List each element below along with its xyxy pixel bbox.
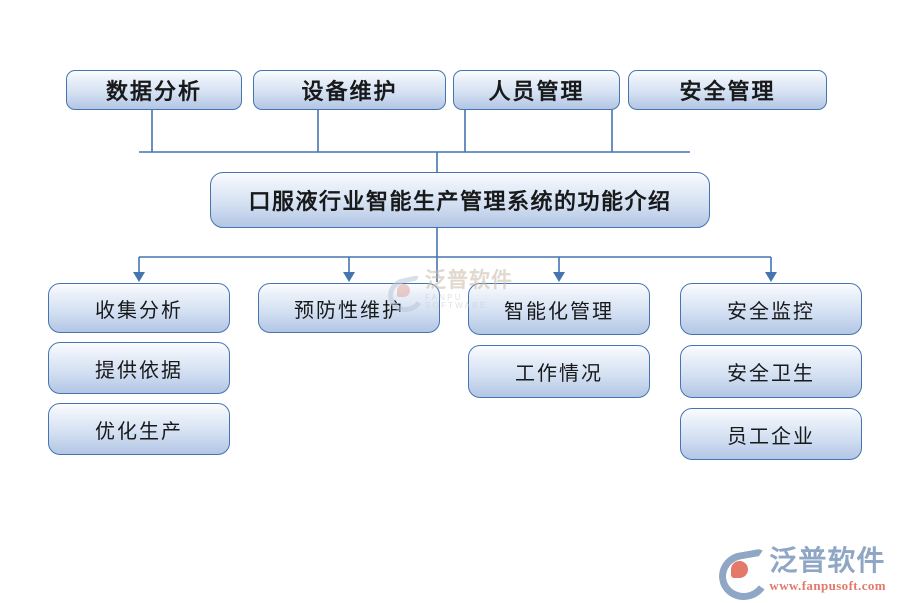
center-node-label: 口服液行业智能生产管理系统的功能介绍 [248, 189, 672, 214]
arrowhead-2 [343, 272, 355, 282]
diagram-canvas: 数据分析 设备维护 人员管理 安全管理 口服液行业智能生产管理系统的功能介绍 收… [0, 0, 900, 603]
leaf-node-4-1[interactable]: 安全监控 [680, 283, 862, 335]
leaf-node-2-1[interactable]: 预防性维护 [258, 283, 440, 333]
top-node-1-label: 数据分析 [105, 79, 202, 104]
leaf-node-1-3[interactable]: 优化生产 [48, 403, 230, 455]
leaf-node-4-3[interactable]: 员工企业 [680, 408, 862, 460]
leaf-node-3-2-label: 工作情况 [515, 363, 603, 385]
top-node-4-label: 安全管理 [679, 79, 776, 104]
leaf-node-3-2[interactable]: 工作情况 [468, 345, 650, 398]
leaf-node-4-3-label: 员工企业 [727, 425, 815, 448]
top-node-3-label: 人员管理 [488, 79, 585, 104]
leaf-node-4-2[interactable]: 安全卫生 [680, 345, 862, 398]
logo-brand-cn: 泛普软件 [769, 545, 886, 576]
top-node-4[interactable]: 安全管理 [628, 70, 827, 110]
fanpu-logo-icon [715, 547, 774, 603]
top-node-2-label: 设备维护 [301, 79, 398, 104]
leaf-node-4-1-label: 安全监控 [727, 300, 815, 323]
top-node-2[interactable]: 设备维护 [253, 70, 446, 110]
top-node-3[interactable]: 人员管理 [453, 70, 620, 110]
center-node[interactable]: 口服液行业智能生产管理系统的功能介绍 [210, 172, 710, 228]
brand-logo: 泛普软件 www.fanpusoft.com [715, 545, 886, 603]
leaf-node-1-2[interactable]: 提供依据 [48, 342, 230, 394]
leaf-node-2-1-label: 预防性维护 [294, 299, 404, 322]
arrowhead-3 [553, 272, 565, 282]
leaf-node-1-1[interactable]: 收集分析 [48, 283, 230, 333]
leaf-node-4-2-label: 安全卫生 [727, 363, 815, 385]
leaf-node-1-2-label: 提供依据 [95, 359, 183, 382]
leaf-node-1-1-label: 收集分析 [95, 299, 183, 322]
leaf-node-1-3-label: 优化生产 [95, 420, 183, 443]
arrowhead-4 [765, 272, 777, 282]
top-node-1[interactable]: 数据分析 [66, 70, 242, 110]
leaf-node-3-1[interactable]: 智能化管理 [468, 283, 650, 335]
logo-url: www.fanpusoft.com [769, 578, 886, 593]
arrowhead-1 [133, 272, 145, 282]
leaf-node-3-1-label: 智能化管理 [504, 300, 614, 323]
